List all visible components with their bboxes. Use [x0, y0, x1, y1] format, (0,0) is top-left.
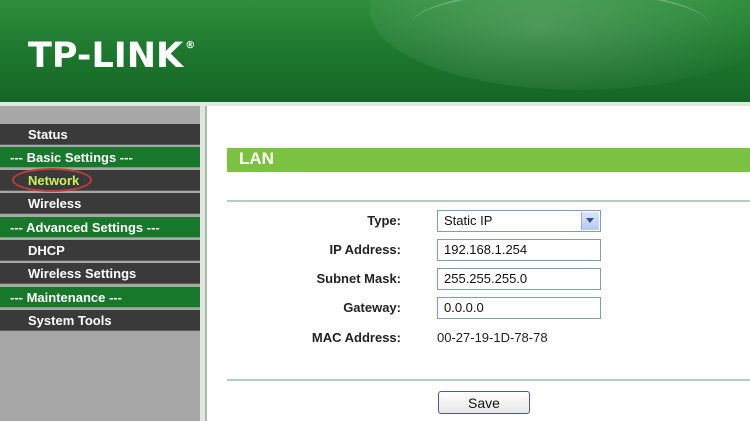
mac-address-value: 00-27-19-1D-78-78 [437, 330, 548, 345]
sidebar-group-basic-settings[interactable]: --- Basic Settings --- [0, 147, 200, 168]
mac-address-row: MAC Address: 00-27-19-1D-78-78 [227, 327, 750, 351]
mac-address-label: MAC Address: [311, 330, 401, 345]
section-divider-top [227, 200, 750, 202]
main-content: LAN Type: Static IP IP Address: 192.168.… [207, 106, 750, 421]
gateway-input[interactable]: 0.0.0.0 [437, 297, 601, 319]
header-banner: TP-LINK ® [0, 0, 750, 102]
registered-mark: ® [185, 40, 196, 51]
type-selected-value: Static IP [444, 213, 493, 228]
save-button[interactable]: Save [438, 391, 530, 414]
ip-address-input[interactable]: 192.168.1.254 [437, 239, 601, 261]
subnet-mask-row: Subnet Mask: 255.255.255.0 [227, 268, 750, 292]
sidebar-item-dhcp[interactable]: DHCP [0, 240, 200, 261]
sidebar-item-wireless[interactable]: Wireless [0, 193, 200, 214]
sidebar-group-maintenance[interactable]: --- Maintenance --- [0, 287, 200, 308]
sidebar-group-advanced-settings[interactable]: --- Advanced Settings --- [0, 217, 200, 238]
subnet-mask-label: Subnet Mask: [316, 271, 401, 286]
ip-address-row: IP Address: 192.168.1.254 [227, 239, 750, 263]
gateway-row: Gateway: 0.0.0.0 [227, 297, 750, 321]
sidebar-item-status[interactable]: Status [0, 124, 200, 145]
type-select[interactable]: Static IP [437, 210, 601, 232]
subnet-mask-input[interactable]: 255.255.255.0 [437, 268, 601, 290]
chevron-down-icon[interactable] [581, 212, 599, 230]
type-row: Type: Static IP [227, 210, 750, 234]
tp-link-logo: TP-LINK ® [28, 36, 195, 76]
gateway-label: Gateway: [343, 300, 401, 315]
section-divider-bottom [227, 379, 750, 381]
sidebar-item-network-label: Network [28, 173, 80, 188]
ip-address-label: IP Address: [329, 242, 401, 257]
sidebar-item-network[interactable]: Network [0, 168, 200, 192]
logo-text: TP-LINK [28, 36, 184, 76]
type-label: Type: [367, 213, 401, 228]
sidebar-item-wireless-settings[interactable]: Wireless Settings [0, 263, 200, 284]
section-title: LAN [239, 149, 274, 168]
sidebar-menu: Status --- Basic Settings --- Network Wi… [0, 106, 205, 421]
section-header-lan: LAN [227, 148, 750, 172]
sidebar-item-system-tools[interactable]: System Tools [0, 310, 200, 331]
